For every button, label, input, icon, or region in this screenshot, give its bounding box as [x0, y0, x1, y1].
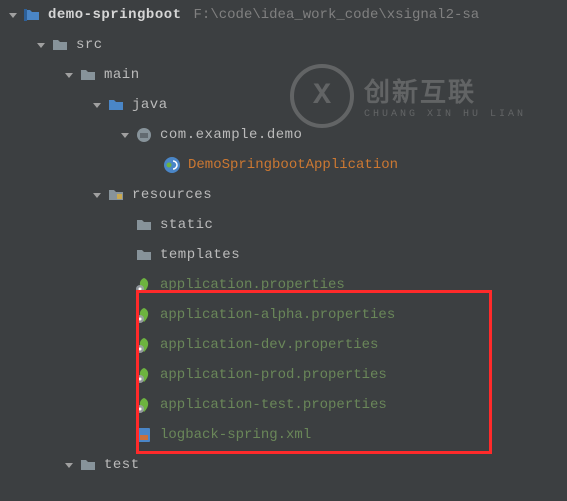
tree-node-properties-file[interactable]: application-test.properties [0, 390, 567, 420]
chevron-down-icon[interactable] [88, 186, 106, 204]
node-label: java [132, 97, 168, 113]
tree-node-static[interactable]: static [0, 210, 567, 240]
chevron-down-icon[interactable] [32, 36, 50, 54]
tree-node-properties-file[interactable]: application-alpha.properties [0, 300, 567, 330]
project-tree[interactable]: demo-springboot F:\code\idea_work_code\x… [0, 0, 567, 480]
tree-node-templates[interactable]: templates [0, 240, 567, 270]
node-label: application.properties [160, 277, 345, 293]
node-label: application-alpha.properties [160, 307, 395, 323]
node-label: templates [160, 247, 240, 263]
tree-node-main[interactable]: main [0, 60, 567, 90]
spring-config-icon [134, 395, 154, 415]
folder-icon [78, 65, 98, 85]
node-label: src [76, 37, 103, 53]
xml-file-icon [134, 425, 154, 445]
package-icon [134, 125, 154, 145]
node-label: com.example.demo [160, 127, 302, 143]
tree-node-properties-file[interactable]: application-dev.properties [0, 330, 567, 360]
node-label: resources [132, 187, 212, 203]
tree-node-resources[interactable]: resources [0, 180, 567, 210]
spring-boot-class-icon [162, 155, 182, 175]
node-label: application-test.properties [160, 397, 387, 413]
spring-config-icon [134, 335, 154, 355]
folder-icon [134, 215, 154, 235]
chevron-down-icon[interactable] [60, 66, 78, 84]
node-label: static [160, 217, 213, 233]
node-label: application-prod.properties [160, 367, 387, 383]
chevron-down-icon[interactable] [116, 126, 134, 144]
source-folder-icon [106, 95, 126, 115]
chevron-down-icon[interactable] [4, 6, 22, 24]
tree-node-app-class[interactable]: DemoSpringbootApplication [0, 150, 567, 180]
project-path: F:\code\idea_work_code\xsignal2-sa [194, 7, 480, 23]
folder-icon [134, 245, 154, 265]
spring-config-icon [134, 305, 154, 325]
tree-node-src[interactable]: src [0, 30, 567, 60]
folder-icon [78, 455, 98, 475]
tree-node-project-root[interactable]: demo-springboot F:\code\idea_work_code\x… [0, 0, 567, 30]
folder-icon [50, 35, 70, 55]
tree-node-logback[interactable]: logback-spring.xml [0, 420, 567, 450]
node-label: logback-spring.xml [160, 427, 311, 443]
chevron-down-icon[interactable] [60, 456, 78, 474]
tree-node-java[interactable]: java [0, 90, 567, 120]
spring-config-icon [134, 365, 154, 385]
tree-node-properties-file[interactable]: application-prod.properties [0, 360, 567, 390]
chevron-down-icon[interactable] [88, 96, 106, 114]
resources-folder-icon [106, 185, 126, 205]
tree-node-package[interactable]: com.example.demo [0, 120, 567, 150]
project-name: demo-springboot [48, 7, 182, 23]
module-folder-icon [22, 5, 42, 25]
node-label: main [104, 67, 140, 83]
spring-config-icon [134, 275, 154, 295]
node-label: DemoSpringbootApplication [188, 157, 398, 173]
node-label: test [104, 457, 140, 473]
tree-node-test[interactable]: test [0, 450, 567, 480]
tree-node-properties-file[interactable]: application.properties [0, 270, 567, 300]
node-label: application-dev.properties [160, 337, 378, 353]
